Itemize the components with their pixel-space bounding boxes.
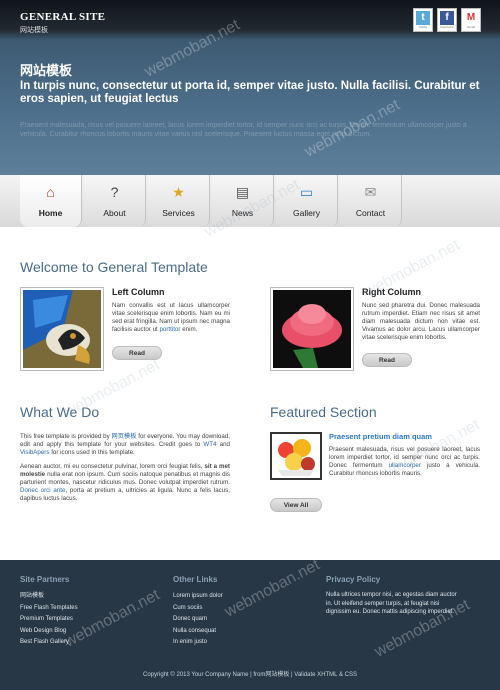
view-all-button[interactable]: View All (270, 498, 322, 512)
ullamcorper-link[interactable]: ullamcorper (389, 462, 421, 469)
donec-orci-link[interactable]: Donec orci ante (20, 487, 65, 494)
partner-link[interactable]: Web Design Blog (20, 626, 78, 638)
nav-label: Contact (355, 208, 386, 218)
right-column-title: Right Column (362, 287, 421, 297)
twitter-icon: t (416, 11, 430, 25)
other-links-list: Lorem ipsum dolor Cum sociis Donec quam … (173, 591, 223, 649)
gmail-label: Gmail (467, 25, 475, 29)
porttitor-link[interactable]: porttitor (159, 326, 180, 333)
header: GENERAL SITE 网站模板 t Twitter f Facebook M… (0, 0, 500, 175)
partner-link[interactable]: Premium Templates (20, 614, 78, 626)
envelope-icon: ✉ (364, 184, 377, 200)
featured-title-link[interactable]: Praesent pretium diam quam (329, 432, 432, 441)
privacy-policy-text: Nulla ultrices tempor nisi, ac egestas d… (326, 592, 457, 615)
other-link[interactable]: Lorem ipsum dolor (173, 591, 223, 603)
right-column-text: Nunc sed pharetra dui. Donec malesuada r… (362, 302, 480, 341)
star-icon: ★ (172, 184, 185, 200)
other-link[interactable]: Nulla consequat (173, 626, 223, 638)
newspaper-icon: ▤ (235, 184, 250, 200)
welcome-heading: Welcome to General Template (20, 259, 208, 275)
monitor-icon: ▭ (299, 184, 314, 200)
right-read-button[interactable]: Read (362, 353, 412, 367)
nav-label: Home (38, 208, 63, 218)
nav-home[interactable]: ⌂ Home (20, 175, 82, 227)
template-link[interactable]: 网页模板 (111, 433, 136, 440)
left-read-button[interactable]: Read (112, 346, 162, 360)
facebook-icon: f (440, 11, 454, 25)
home-icon: ⌂ (46, 184, 55, 200)
parrot-image (20, 287, 104, 371)
partner-link[interactable]: Best Flash Gallery (20, 637, 78, 649)
gmail-icon: M (464, 11, 478, 25)
gmail-button[interactable]: M Gmail (461, 8, 481, 32)
twitter-label: Twitter (418, 25, 428, 29)
site-partners-list: 网站模板 Free Flash Templates Premium Templa… (20, 591, 78, 649)
nav-services[interactable]: ★ Services (148, 175, 210, 227)
other-link[interactable]: Cum sociis (173, 603, 223, 615)
hero-title: 网站模板 (20, 63, 73, 78)
nav-about[interactable]: ? About (84, 175, 146, 227)
nav-gallery[interactable]: ▭ Gallery (276, 175, 338, 227)
visibapers-link[interactable]: VisibApers (20, 449, 49, 456)
speech-bubble-question-icon: ? (110, 184, 119, 200)
privacy-policy-heading: Privacy Policy (326, 575, 381, 584)
what-we-do-paragraph-1: This free template is provided by 网页模板 f… (20, 433, 230, 456)
partner-link[interactable]: 网站模板 (20, 591, 78, 603)
main-nav: ⌂ Home ? About ★ Services ▤ News ▭ Galle… (0, 175, 500, 227)
site-tagline: 网站模板 (20, 27, 48, 34)
nav-label: Services (162, 208, 195, 218)
nav-label: About (103, 208, 126, 218)
featured-text: Praesent malesuada, risus vel posuere la… (329, 446, 480, 477)
site-partners-heading: Site Partners (20, 575, 70, 584)
what-we-do-heading: What We Do (20, 404, 100, 420)
other-links-heading: Other Links (173, 575, 218, 584)
partner-link[interactable]: Free Flash Templates (20, 603, 78, 615)
nav-news[interactable]: ▤ News (212, 175, 274, 227)
what-we-do-paragraph-2: Aenean auctor, mi eu consectetur pulvina… (20, 463, 230, 502)
other-link[interactable]: Donec quam (173, 614, 223, 626)
nav-label: News (231, 208, 254, 218)
left-column-text: Nam convallis est ut lacus ullamcorper v… (112, 302, 230, 333)
nav-label: Gallery (293, 208, 320, 218)
wt4-link[interactable]: WT4 (203, 441, 216, 448)
hero-subtitle: In turpis nunc, consectetur ut porta id,… (20, 80, 480, 105)
flower-image (270, 287, 354, 371)
facebook-label: Facebook (440, 25, 454, 29)
fruit-image (270, 432, 322, 480)
featured-heading: Featured Section (270, 404, 377, 420)
copyright: Copyright © 2013 Your Company Name | fro… (143, 672, 357, 678)
twitter-button[interactable]: t Twitter (413, 8, 433, 32)
site-name[interactable]: GENERAL SITE (20, 11, 105, 23)
facebook-button[interactable]: f Facebook (437, 8, 457, 32)
nav-contact[interactable]: ✉ Contact (340, 175, 402, 227)
left-column-title: Left Column (112, 287, 165, 297)
hero-body: Praesent malesuada, risus vel posuere la… (20, 122, 467, 138)
other-link[interactable]: In enim justo (173, 637, 223, 649)
